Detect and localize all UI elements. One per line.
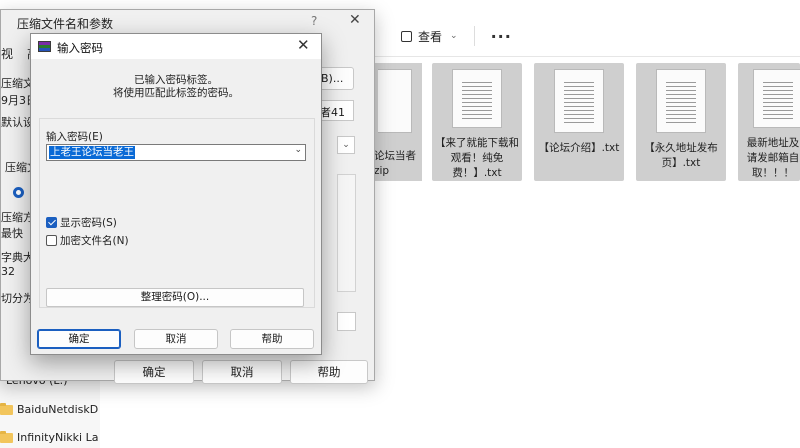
zip-file-icon <box>378 69 412 133</box>
file-name: 【来了就能下载和观看！纯免费！】.txt <box>435 137 519 179</box>
chevron-down-icon[interactable]: ⌄ <box>294 145 302 155</box>
folder-icon <box>0 402 13 415</box>
text-file-icon <box>452 69 502 128</box>
show-password-label: 显示密码(S) <box>60 217 117 229</box>
options-panel <box>337 174 356 292</box>
help-button[interactable]: 帮助 <box>290 360 368 384</box>
file-name: 最新地址及请发邮箱自取！！！ <box>746 137 800 179</box>
dialog-title: 压缩文件名和参数 <box>17 17 114 31</box>
text-file-icon <box>554 69 604 133</box>
file-item[interactable]: 【来了就能下载和观看！纯免费！】.txt <box>432 63 522 181</box>
help-button[interactable]: 帮助 <box>230 329 314 349</box>
browse-button[interactable]: B)... <box>317 67 354 90</box>
password-field-label: 输入密码(E) <box>46 131 103 143</box>
dictionary-value[interactable]: 32 <box>1 265 15 278</box>
explorer-toolbar: 查看 ⌄ ··· <box>375 16 800 56</box>
encrypt-filenames-checkbox[interactable]: 加密文件名(N) <box>46 233 129 248</box>
folder-icon <box>0 430 13 443</box>
file-item[interactable]: 【永久地址发布页】.txt <box>636 63 726 181</box>
file-item[interactable]: 【论坛介绍】.txt <box>534 63 624 181</box>
nav-item-label: InfinityNikki La <box>17 431 99 444</box>
password-value: 上老王论坛当老王 <box>49 146 135 159</box>
encrypt-filenames-label: 加密文件名(N) <box>60 235 129 247</box>
view-menu-button[interactable]: 查看 ⌄ <box>401 28 458 45</box>
password-dialog: 输入密码 ✕ 已输入密码标签。 将使用匹配此标签的密码。 输入密码(E) 上老王… <box>30 33 322 355</box>
split-size-field[interactable] <box>337 312 356 331</box>
text-file-icon <box>656 69 706 133</box>
show-password-checkbox[interactable]: 显示密码(S) <box>46 215 117 230</box>
nav-item-label: BaiduNetdiskD <box>17 403 99 416</box>
view-label: 查看 <box>418 29 443 44</box>
nav-item-folder[interactable]: BaiduNetdiskD <box>0 402 99 416</box>
more-options-button[interactable]: ··· <box>491 27 512 46</box>
ok-button[interactable]: 确定 <box>37 329 121 349</box>
chevron-down-icon: ⌄ <box>450 31 458 41</box>
method-value[interactable]: 最快 <box>1 225 23 241</box>
dialog-title: 输入密码 <box>57 41 103 55</box>
file-name: 【永久地址发布页】.txt <box>644 142 718 169</box>
checkbox-checked-icon <box>46 217 57 228</box>
tab-view[interactable]: 视 <box>1 45 13 62</box>
file-item[interactable]: 最新地址及请发邮箱自取！！！ <box>738 63 800 181</box>
organize-passwords-button[interactable]: 整理密码(O)... <box>46 288 304 307</box>
nav-item-folder[interactable]: InfinityNikki La <box>0 430 99 444</box>
profile-combo[interactable]: 者41 <box>317 100 354 121</box>
close-icon[interactable]: ✕ <box>297 36 310 54</box>
cancel-button[interactable]: 取消 <box>202 360 282 384</box>
format-radio[interactable] <box>13 187 24 198</box>
toolbar-divider <box>473 26 475 46</box>
winrar-icon <box>38 41 51 52</box>
navigation-pane: Lenovo (L:) BaiduNetdiskD InfinityNikki … <box>0 370 100 448</box>
info-line-2: 将使用匹配此标签的密码。 <box>113 87 239 99</box>
file-name: 【论坛介绍】.txt <box>538 142 620 154</box>
file-name-line1: 论坛当者 <box>374 150 416 162</box>
checkbox-unchecked-icon <box>46 235 57 246</box>
password-input[interactable]: 上老王论坛当老王 ⌄ <box>46 144 306 161</box>
cancel-button[interactable]: 取消 <box>134 329 218 349</box>
file-name: 论坛当者 zip <box>374 149 416 179</box>
close-icon[interactable]: ✕ <box>349 12 361 28</box>
text-file-icon <box>753 69 800 128</box>
help-icon[interactable]: ? <box>311 14 317 28</box>
chevron-down-icon[interactable]: ⌄ <box>337 136 355 154</box>
file-name-line2: zip <box>374 165 390 177</box>
toolbar-separator <box>375 56 800 57</box>
view-icon <box>401 30 412 42</box>
dialog-titlebar: 输入密码 ✕ <box>31 34 321 59</box>
file-item-zip[interactable]: 论坛当者 zip <box>370 63 422 181</box>
ok-button[interactable]: 确定 <box>114 360 194 384</box>
